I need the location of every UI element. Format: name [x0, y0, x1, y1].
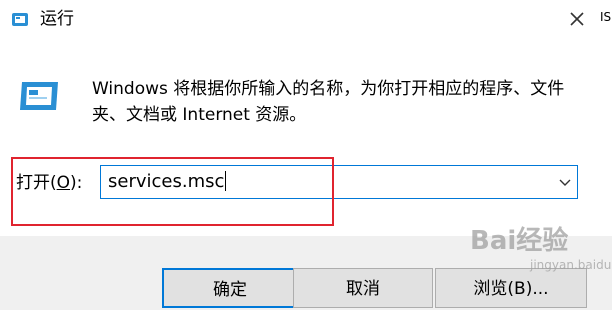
- close-icon[interactable]: [560, 4, 594, 34]
- ok-button[interactable]: 确定: [162, 268, 298, 308]
- watermark-subtext: jingyan.baidu.com: [530, 258, 612, 272]
- baidu-watermark: Bai经验 jingyan.baidu.com: [470, 226, 612, 301]
- clipped-edge-text: IS: [600, 10, 612, 24]
- title-bar: 运行 IS: [0, 0, 612, 40]
- red-annotation-box: [11, 157, 334, 226]
- chevron-down-icon[interactable]: [557, 172, 573, 192]
- run-dialog-icon: [20, 82, 58, 110]
- run-app-icon: [12, 13, 28, 26]
- watermark-text: Bai经验: [470, 226, 569, 256]
- window-title: 运行: [40, 9, 74, 29]
- dialog-description: Windows 将根据你所输入的名称，为你打开相应的程序、文件夹、文档或 Int…: [92, 79, 565, 125]
- cancel-button[interactable]: 取消: [293, 268, 433, 308]
